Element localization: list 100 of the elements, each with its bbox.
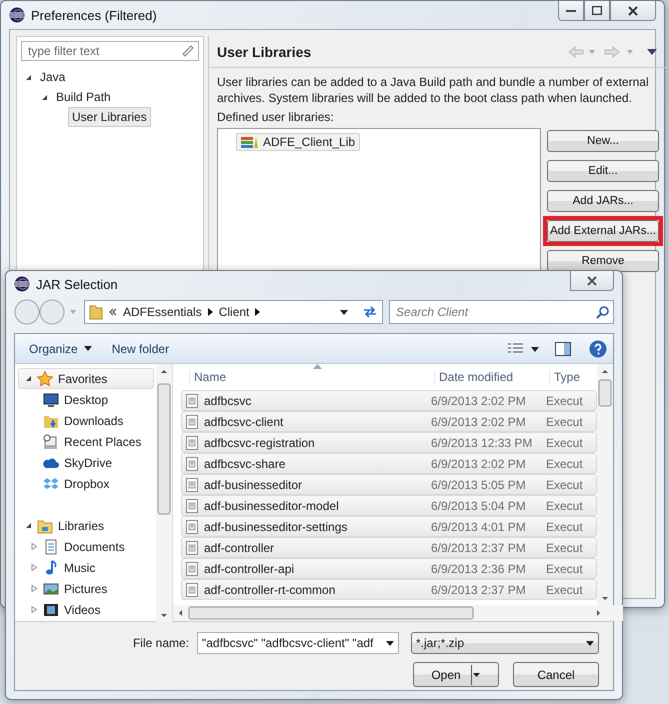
file-name: adf-businesseditor — [204, 478, 302, 492]
file-type: Execut — [545, 520, 584, 534]
collapsed-arrow-icon[interactable] — [31, 543, 38, 550]
search-icon[interactable] — [596, 306, 609, 318]
file-type: Execut — [545, 394, 584, 408]
close-button[interactable] — [570, 271, 614, 291]
star-icon — [37, 370, 53, 386]
tree-item[interactable]: Build Path — [52, 87, 115, 107]
dialog-button[interactable]: Open — [413, 662, 499, 687]
scrollbar[interactable] — [597, 364, 613, 606]
file-name-label: File name: — [132, 636, 189, 650]
dropdown-caret-icon — [340, 310, 348, 314]
toolbar-button[interactable]: Organize — [21, 338, 100, 358]
file-name: adfbcsvc-registration — [204, 436, 315, 450]
file-type: Execut — [545, 436, 584, 450]
nav-item[interactable]: SkyDrive — [18, 452, 154, 473]
expanded-arrow-icon[interactable] — [25, 522, 32, 529]
tree-item[interactable]: Java — [36, 67, 70, 87]
expanded-arrow-icon[interactable] — [41, 94, 48, 100]
chevron-icon[interactable] — [208, 308, 213, 316]
file-row[interactable]: adf-businesseditor-settings 6/9/2013 4:01 PM Execut — [181, 516, 597, 537]
nav-item[interactable]: Videos — [18, 599, 154, 620]
action-button[interactable]: Add JARs... — [547, 190, 659, 212]
collapsed-arrow-icon[interactable] — [31, 564, 38, 571]
file-row[interactable]: adf-businesseditor 6/9/2013 5:05 PM Execut — [181, 474, 597, 495]
file-name: adfbcsvc-client — [204, 414, 284, 428]
file-date: 6/9/2013 5:04 PM — [430, 498, 527, 512]
monitor-icon — [43, 392, 59, 408]
file-icon — [186, 520, 198, 534]
nav-group[interactable]: Favorites — [18, 368, 154, 389]
tree-item[interactable]: User Libraries — [68, 107, 151, 127]
file-row[interactable]: adfbcsvc 6/9/2013 2:02 PM Execut — [181, 390, 597, 411]
action-button[interactable]: New... — [547, 130, 659, 152]
file-icon — [186, 582, 198, 596]
column-header[interactable]: Name — [189, 370, 434, 384]
file-name: adfbcsvc-share — [204, 456, 286, 470]
caret-icon — [84, 346, 92, 351]
library-item[interactable]: ADFE_Client_Lib — [236, 133, 360, 151]
list-label: Defined user libraries: — [217, 110, 335, 124]
file-row[interactable]: adf-controller-api 6/9/2013 2:36 PM Execut — [181, 558, 597, 579]
search-box[interactable]: Search Client — [389, 300, 614, 324]
music-note-icon — [43, 560, 59, 576]
refresh-icon[interactable] — [362, 305, 378, 319]
caret-icon — [386, 640, 394, 646]
toolbar-button[interactable]: New folder — [104, 338, 178, 358]
file-type: Execut — [545, 414, 584, 428]
books-icon — [241, 135, 259, 149]
nav-item[interactable]: Dropbox — [18, 473, 154, 494]
help-icon[interactable] — [589, 340, 607, 358]
chevron-icon[interactable] — [255, 308, 260, 316]
split-caret-icon[interactable] — [470, 664, 481, 684]
nav-item[interactable]: Documents — [18, 536, 154, 557]
action-button[interactable]: Edit... — [547, 160, 659, 182]
column-header[interactable]: Date modified — [434, 370, 549, 384]
file-row[interactable]: adf-businesseditor-model 6/9/2013 5:04 PM Execut — [181, 495, 597, 516]
caret-icon — [586, 640, 594, 646]
file-name: adf-businesseditor-settings — [204, 520, 348, 534]
document-icon — [43, 538, 59, 554]
view-list-icon[interactable] — [507, 342, 541, 356]
close-button[interactable] — [610, 1, 656, 21]
action-button[interactable]: Remove — [547, 250, 659, 272]
file-name: adf-controller-rt-common — [204, 582, 336, 596]
close-icon — [628, 6, 638, 16]
expanded-arrow-icon[interactable] — [25, 74, 32, 80]
file-icon — [186, 394, 198, 408]
file-row[interactable]: adf-controller 6/9/2013 2:37 PM Execut — [181, 537, 597, 558]
filter-box[interactable]: type filter text — [21, 41, 199, 61]
file-icon — [186, 498, 198, 512]
breadcrumb-item[interactable]: ADFEssentials — [123, 305, 202, 319]
nav-item[interactable]: Desktop — [18, 389, 154, 410]
file-row[interactable]: adfbcsvc-share 6/9/2013 2:02 PM Execut — [181, 453, 597, 474]
nav-item[interactable]: Downloads — [18, 410, 154, 431]
file-row[interactable]: adfbcsvc-client 6/9/2013 2:02 PM Execut — [181, 411, 597, 432]
maximize-button[interactable] — [584, 1, 610, 21]
minimize-button[interactable] — [558, 1, 584, 21]
breadcrumb-item[interactable]: Client — [218, 305, 250, 319]
nav-item[interactable]: Recent Places — [18, 431, 154, 452]
nav-group[interactable]: Libraries — [18, 515, 154, 536]
collapsed-arrow-icon[interactable] — [31, 585, 38, 592]
address-bar[interactable]: ADFEssentials Client — [84, 300, 383, 324]
file-name-field[interactable]: "adfbcsvc" "adfbcsvc-client" "adf — [197, 632, 399, 654]
preview-pane-icon[interactable] — [555, 342, 571, 356]
expanded-arrow-icon[interactable] — [25, 375, 32, 382]
action-button[interactable]: Add External JARs... — [547, 220, 659, 242]
file-icon — [186, 540, 198, 554]
file-type-dropdown[interactable]: *.jar;*.zip — [411, 632, 599, 654]
file-type: Execut — [545, 562, 584, 576]
collapsed-arrow-icon[interactable] — [31, 606, 38, 613]
dialog-button[interactable]: Cancel — [513, 662, 599, 687]
filter-field[interactable]: type filter text — [26, 43, 182, 59]
nav-item[interactable]: Music — [18, 557, 154, 578]
image-icon — [43, 580, 59, 596]
navigation-arrows-icon[interactable] — [569, 46, 659, 58]
file-row[interactable]: adfbcsvc-registration 6/9/2013 12:33 PM Execut — [181, 432, 597, 453]
file-date: 6/9/2013 2:36 PM — [430, 562, 527, 576]
nav-item[interactable]: Pictures — [18, 578, 154, 599]
dialog-title: JAR Selection — [36, 276, 118, 292]
horizontal-scrollbar[interactable] — [173, 605, 623, 621]
scrollbar[interactable] — [156, 364, 172, 622]
file-row[interactable]: adf-controller-rt-common 6/9/2013 2:37 PM Execut — [181, 579, 597, 600]
